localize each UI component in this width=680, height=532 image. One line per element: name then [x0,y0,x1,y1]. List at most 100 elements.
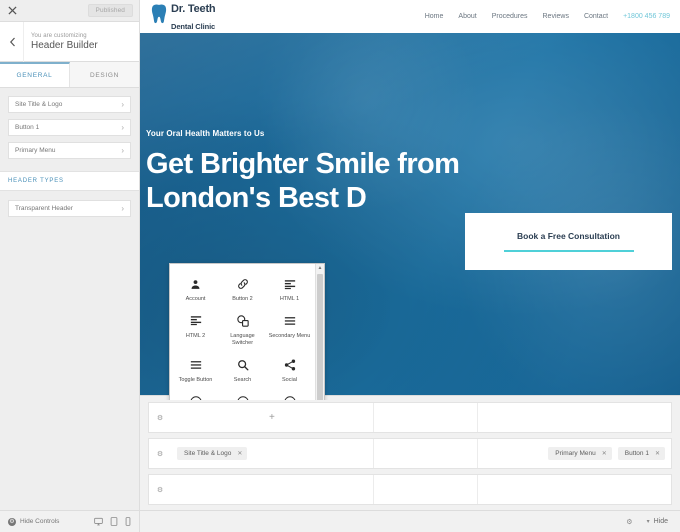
builder-cell-center[interactable] [374,403,478,432]
widget-item-html-1[interactable]: HTML 1 [266,272,313,309]
widget-item-language-switcher[interactable]: Language Switcher [219,309,266,353]
nav-link-about[interactable]: About [458,13,476,20]
widget-item-label: Secondary Menu [268,332,311,339]
builder-chip-primary-menu[interactable]: Primary Menu ✕ [548,447,612,460]
builder-chip-site-title-logo[interactable]: Site Title & Logo ✕ [177,447,248,460]
logo-line-1: Dr. Teeth [171,2,216,15]
sidebar-item-transparent-header[interactable]: Transparent Header › [8,200,131,217]
chevron-left-icon[interactable] [2,21,24,62]
widget-item-secondary-menu[interactable]: Secondary Menu [266,309,313,353]
sidebar-item-label: Transparent Header [15,205,73,212]
nav-link-home[interactable]: Home [425,13,444,20]
customizer-screen: Published You are customizing Header Bui… [0,0,680,532]
site-preview: Dr. Teeth Dental Clinic Home About Proce… [140,0,680,532]
builder-settings-gear-icon[interactable]: ⚙ [626,518,632,526]
header-builder-panel: ⚙ + ⚙ Site Title & Logo ✕ Primary Menu ✕… [140,395,680,532]
builder-cell-right[interactable] [478,403,672,432]
builder-cell-left[interactable]: Site Title & Logo ✕ [171,439,374,468]
builder-hide-button[interactable]: ▾ Hide [647,518,668,525]
panel-body: Site Title & Logo › Button 1 › Primary M… [0,88,139,510]
info-icon: ⚙ [8,517,16,526]
customizer-footer: ⚙ Hide Controls [0,510,139,532]
hide-controls-button[interactable]: ⚙ Hide Controls [8,517,60,526]
cta-underline [503,250,634,252]
remove-chip-icon[interactable]: ✕ [237,450,242,457]
row-settings-gear-icon[interactable]: ⚙ [149,450,171,458]
sidebar-item-primary-menu[interactable]: Primary Menu › [8,142,131,159]
wordpress-icon [189,395,202,400]
tooth-icon [149,4,167,29]
widget-item-label: Search [233,376,252,383]
page-title: Header Builder [31,39,98,51]
builder-cell-left[interactable] [171,475,374,504]
widget-item-account[interactable]: Account [172,272,219,309]
wordpress-icon [283,395,296,400]
book-consultation-button[interactable]: Book a Free Consultation [465,213,672,270]
chevron-down-icon: ▾ [646,519,650,525]
builder-chip-button-1[interactable]: Button 1 ✕ [617,447,665,460]
section-header-types: HEADER TYPES [0,171,139,191]
close-icon[interactable] [4,3,20,19]
widget-item-html-2[interactable]: HTML 2 [172,309,219,353]
publish-button[interactable]: Published [87,4,133,17]
desktop-icon[interactable] [94,513,103,531]
nav-link-procedures[interactable]: Procedures [492,13,528,20]
panel-tabs: GENERAL DESIGN [0,62,139,88]
widget-item-social[interactable]: Social [266,353,313,390]
tab-general[interactable]: GENERAL [0,62,70,87]
widget-item-toggle-button[interactable]: Toggle Button [172,353,219,390]
tab-design[interactable]: DESIGN [70,62,139,87]
widget-item-search[interactable]: Search [219,353,266,390]
customizer-sidebar: Published You are customizing Header Bui… [0,0,140,532]
widget-item-widget-1[interactable]: Widget 1 [172,390,219,400]
header-builder-footer: ⚙ ▾ Hide [140,510,680,532]
link-icon [237,277,249,291]
panel-header: You are customizing Header Builder [0,21,139,62]
nav-link-reviews[interactable]: Reviews [543,13,569,20]
site-navbar: Dr. Teeth Dental Clinic Home About Proce… [140,0,680,33]
builder-hide-label: Hide [653,518,668,525]
scrollbar-thumb[interactable] [317,274,323,400]
logo-line-2: Dental Clinic [171,21,216,31]
mobile-icon[interactable] [125,513,131,531]
sidebar-item-button-1[interactable]: Button 1 › [8,119,131,136]
builder-cell-center[interactable] [374,475,478,504]
device-preview-switcher [94,513,131,531]
popup-scrollbar[interactable]: ▲ [315,264,324,400]
site-logo[interactable]: Dr. Teeth Dental Clinic [149,0,216,33]
nav-phone-number[interactable]: +1800 456 789 [623,13,670,20]
nav-link-contact[interactable]: Contact [584,13,608,20]
row-settings-gear-icon[interactable]: ⚙ [149,486,171,494]
builder-cell-right[interactable]: Primary Menu ✕ Button 1 ✕ [478,439,672,468]
widget-item-widget-2[interactable]: Widget 2 [219,390,266,400]
tablet-icon[interactable] [110,513,118,531]
chevron-right-icon: › [121,123,124,132]
builder-cell-center[interactable] [374,439,478,468]
sidebar-item-site-title-logo[interactable]: Site Title & Logo › [8,96,131,113]
hero-section: Your Oral Health Matters to Us Get Brigh… [140,33,680,400]
widget-item-label: Language Switcher [230,332,255,346]
html-icon [190,314,202,328]
builder-cell-left[interactable]: + [171,403,374,432]
wordpress-icon [236,395,249,400]
widget-item-widget-3[interactable]: Widget 3 [266,390,313,400]
hero-title: Get Brighter Smile from London's Best D [146,148,460,214]
widget-item-label: Account [185,296,206,302]
scroll-up-arrow-icon[interactable]: ▲ [316,264,324,272]
remove-chip-icon[interactable]: ✕ [655,450,660,457]
user-icon [190,277,201,291]
customizer-topbar: Published [0,0,139,22]
sidebar-item-label: Site Title & Logo [15,101,63,108]
remove-chip-icon[interactable]: ✕ [602,450,607,457]
widget-picker-popup[interactable]: Account Button 2 HTML 1 HTML 2 Language … [169,263,325,400]
builder-cell-right[interactable] [478,475,672,504]
add-item-button[interactable]: + [177,412,367,423]
widget-item-button-2[interactable]: Button 2 [219,272,266,309]
builder-row-bottom: ⚙ [148,474,672,505]
row-settings-gear-icon[interactable]: ⚙ [149,414,171,422]
sidebar-item-label: Primary Menu [15,147,56,154]
hide-controls-label: Hide Controls [20,518,60,525]
html-icon [284,277,296,291]
chevron-right-icon: › [121,146,124,155]
chevron-right-icon: › [121,100,124,109]
